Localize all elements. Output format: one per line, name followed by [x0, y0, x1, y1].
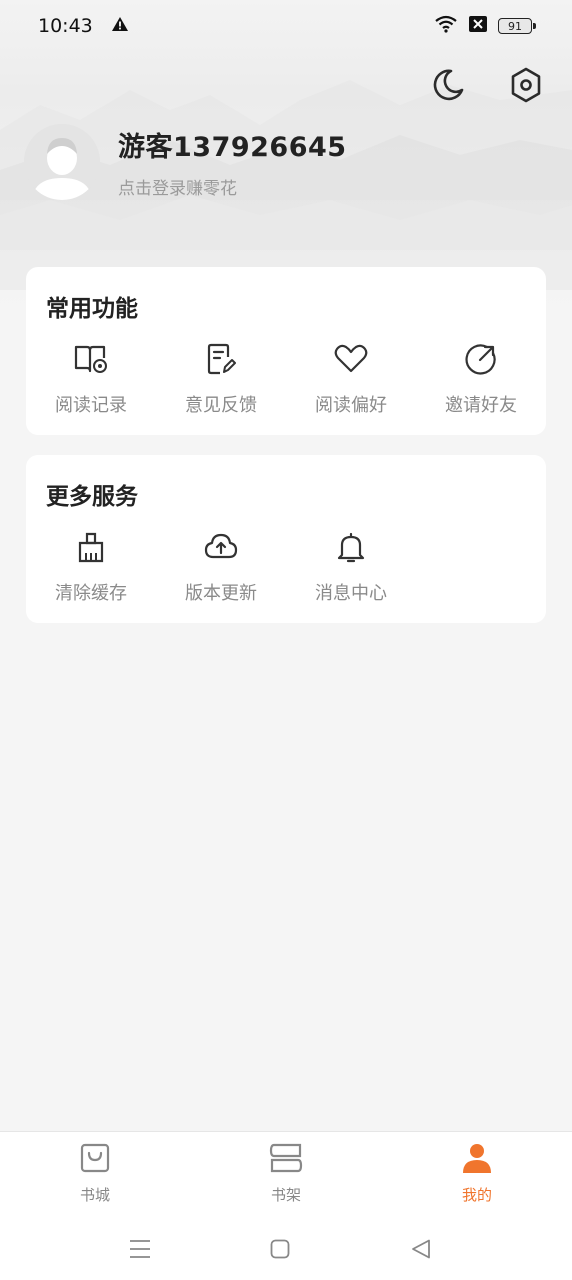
share-icon	[463, 341, 499, 377]
tab-label: 书架	[270, 1186, 301, 1204]
shopping-bag-icon	[79, 1142, 111, 1178]
system-navigation-bar	[0, 1216, 572, 1280]
no-sim-icon	[468, 15, 488, 37]
reading-preference-button[interactable]: 阅读偏好	[286, 341, 416, 417]
status-time: 10:43	[38, 15, 93, 37]
cloud-upload-icon	[203, 529, 239, 565]
message-center-button[interactable]: 消息中心	[286, 529, 416, 605]
reading-history-button[interactable]: 阅读记录	[26, 341, 156, 417]
status-bar: 10:43 91	[0, 0, 572, 52]
login-hint[interactable]: 点击登录赚零花	[118, 174, 347, 199]
menu-icon[interactable]	[125, 1234, 155, 1264]
back-icon[interactable]	[406, 1234, 436, 1264]
invite-friends-label: 邀请好友	[445, 395, 517, 416]
home-icon[interactable]	[265, 1234, 295, 1264]
feedback-icon	[203, 341, 239, 377]
reading-history-label: 阅读记录	[55, 395, 127, 416]
settings-icon[interactable]	[508, 66, 544, 104]
avatar[interactable]	[24, 124, 100, 200]
warning-icon	[111, 16, 129, 36]
battery-indicator: 91	[498, 18, 536, 34]
clear-cache-button[interactable]: 清除缓存	[26, 529, 156, 605]
more-services-card: 更多服务 清除缓存 版本更新 消息中心	[26, 455, 546, 623]
tab-label: 我的	[461, 1186, 492, 1204]
tab-profile[interactable]: 我的	[417, 1142, 537, 1205]
message-center-label: 消息中心	[315, 583, 387, 604]
version-update-button[interactable]: 版本更新	[156, 529, 286, 605]
section-title: 常用功能	[46, 296, 138, 322]
reading-history-icon	[73, 341, 109, 377]
feedback-button[interactable]: 意见反馈	[156, 341, 286, 417]
default-avatar-icon	[24, 124, 100, 200]
moon-icon[interactable]	[430, 66, 466, 104]
profile-section[interactable]: 游客137926645 点击登录赚零花	[24, 124, 347, 200]
wifi-icon	[434, 15, 458, 37]
heart-icon	[333, 341, 369, 377]
username: 游客137926645	[118, 132, 347, 163]
invite-friends-button[interactable]: 邀请好友	[416, 341, 546, 417]
clear-cache-label: 清除缓存	[55, 583, 127, 604]
bell-icon	[333, 529, 369, 565]
common-functions-card: 常用功能 阅读记录 意见反馈 阅读偏好 邀请好友	[26, 267, 546, 435]
header-actions	[430, 66, 544, 104]
reading-preference-label: 阅读偏好	[315, 395, 387, 416]
broom-icon	[73, 529, 109, 565]
feedback-label: 意见反馈	[185, 395, 257, 416]
version-update-label: 版本更新	[185, 583, 257, 604]
tab-label: 书城	[79, 1186, 110, 1204]
tab-bookshelf[interactable]: 书架	[226, 1142, 346, 1205]
bottom-navigation: 书城 书架 我的	[0, 1131, 572, 1216]
user-icon	[461, 1142, 493, 1178]
bookshelf-icon	[269, 1142, 303, 1178]
tab-bookstore[interactable]: 书城	[35, 1142, 155, 1205]
section-title: 更多服务	[46, 484, 138, 510]
